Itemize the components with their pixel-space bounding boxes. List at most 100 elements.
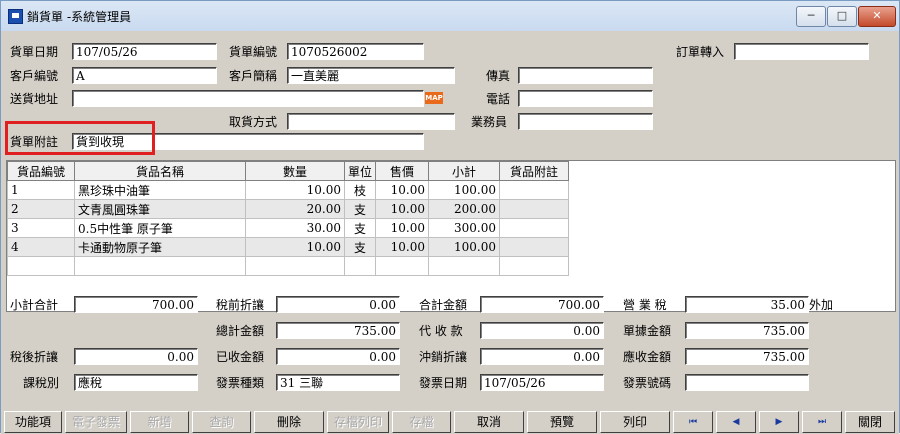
close-button[interactable]: 關閉 [845, 411, 895, 433]
receivable-label: 應收金額 [623, 350, 672, 364]
col-qty[interactable]: 數量 [245, 161, 345, 181]
total-amount-field[interactable]: 735.00 [276, 322, 400, 339]
sum-amount-field[interactable]: 700.00 [480, 296, 604, 313]
cell-item-name[interactable]: 黑珍珠中油筆 [74, 180, 246, 200]
cell-subtotal[interactable]: 300.00 [428, 218, 500, 238]
first-record-icon[interactable]: ⏮ [673, 411, 713, 433]
invoice-number-field[interactable] [685, 374, 809, 391]
col-item-no[interactable]: 貨品編號 [7, 161, 75, 181]
cell-item-name[interactable]: 卡通動物原子筆 [74, 237, 246, 257]
table-row[interactable]: 3 0.5中性筆 原子筆 30.00 支 10.00 300.00 [7, 218, 569, 238]
table-row-empty[interactable] [7, 256, 569, 276]
received-field[interactable]: 0.00 [276, 348, 400, 365]
tax-type-label: 課稅別 [23, 376, 60, 390]
function-button[interactable]: 功能項 [4, 411, 62, 433]
print-button[interactable]: 列印 [600, 411, 670, 433]
post-tax-discount-label: 稅後折讓 [10, 350, 59, 364]
maximize-button[interactable]: □ [827, 6, 857, 27]
preview-button[interactable]: 預覽 [527, 411, 597, 433]
cell-unit[interactable]: 支 [344, 199, 376, 219]
cell-item-no[interactable]: 4 [7, 237, 75, 257]
cell-qty[interactable]: 20.00 [245, 199, 345, 219]
cell-item-name[interactable]: 0.5中性筆 原子筆 [74, 218, 246, 238]
post-tax-discount-field[interactable]: 0.00 [74, 348, 198, 365]
subtotal-label: 小計合計 [10, 298, 59, 312]
query-button[interactable]: 查詢 [192, 411, 251, 433]
cell-item-name[interactable]: 文青風圓珠筆 [74, 199, 246, 219]
cell-subtotal[interactable]: 200.00 [428, 199, 500, 219]
cell-item-note[interactable] [499, 218, 569, 238]
order-import-field[interactable] [734, 43, 869, 60]
next-record-icon[interactable]: ▶ [759, 411, 799, 433]
app-icon [8, 9, 23, 24]
cell-item-no[interactable]: 2 [7, 199, 75, 219]
cell-price[interactable]: 10.00 [375, 218, 429, 238]
col-price[interactable]: 售價 [375, 161, 429, 181]
cell-item-note[interactable] [499, 180, 569, 200]
cell-item-no[interactable]: 1 [7, 180, 75, 200]
cell-subtotal[interactable]: 100.00 [428, 237, 500, 257]
customer-name-label: 客戶簡稱 [229, 69, 278, 83]
subtotal-field[interactable]: 700.00 [74, 296, 198, 313]
address-label: 送貨地址 [10, 92, 59, 106]
customer-name-field[interactable]: 一直美麗 [287, 67, 455, 84]
table-row[interactable]: 2 文青風圓珠筆 20.00 支 10.00 200.00 [7, 199, 569, 219]
order-no-field[interactable]: 1070526002 [287, 43, 424, 60]
customer-id-label: 客戶編號 [10, 69, 59, 83]
salesperson-field[interactable] [518, 113, 653, 130]
cell-subtotal[interactable]: 100.00 [428, 180, 500, 200]
cell-item-no[interactable]: 3 [7, 218, 75, 238]
cell-unit[interactable]: 枝 [344, 180, 376, 200]
receivable-field[interactable]: 735.00 [685, 348, 809, 365]
col-item-note[interactable]: 貨品附註 [499, 161, 569, 181]
prev-record-icon[interactable]: ◀ [716, 411, 756, 433]
title-bar: 銷貨單 -系統管理員 ─ □ ✕ [1, 1, 899, 31]
pickup-field[interactable] [287, 113, 455, 130]
business-tax-field[interactable]: 35.00 [685, 296, 809, 313]
table-row[interactable]: 4 卡通動物原子筆 10.00 支 10.00 100.00 [7, 237, 569, 257]
sum-amount-label: 合計金額 [419, 298, 468, 312]
address-field[interactable] [72, 90, 424, 107]
delete-button[interactable]: 刪除 [254, 411, 324, 433]
date-label: 貨單日期 [10, 45, 59, 59]
tax-type-field[interactable]: 應稅 [74, 374, 198, 391]
minimize-button[interactable]: ─ [796, 6, 826, 27]
document-amount-field[interactable]: 735.00 [685, 322, 809, 339]
save-button[interactable]: 存檔 [392, 411, 451, 433]
table-row[interactable]: 1 黑珍珠中油筆 10.00 枝 10.00 100.00 [7, 180, 569, 200]
offset-discount-field[interactable]: 0.00 [480, 348, 604, 365]
cell-item-note[interactable] [499, 199, 569, 219]
cell-qty[interactable]: 10.00 [245, 180, 345, 200]
cell-price[interactable]: 10.00 [375, 237, 429, 257]
fax-field[interactable] [518, 67, 653, 84]
last-record-icon[interactable]: ⏭ [802, 411, 842, 433]
customer-id-field[interactable]: A [72, 67, 217, 84]
invoice-type-label: 發票種類 [216, 376, 265, 390]
cell-price[interactable]: 10.00 [375, 199, 429, 219]
col-item-name[interactable]: 貨品名稱 [74, 161, 246, 181]
cell-qty[interactable]: 10.00 [245, 237, 345, 257]
col-unit[interactable]: 單位 [344, 161, 376, 181]
phone-field[interactable] [518, 90, 653, 107]
items-grid: 貨品編號 貨品名稱 數量 單位 售價 小計 貨品附註 1 黑珍珠中油筆 10.0… [6, 160, 896, 312]
save-print-button[interactable]: 存檔列印 [327, 411, 389, 433]
pre-tax-discount-field[interactable]: 0.00 [276, 296, 400, 313]
button-bar: 功能項 電子發票 新增 查詢 刪除 存檔列印 存檔 取消 預覽 列印 ⏮ ◀ ▶… [1, 411, 899, 434]
cancel-button[interactable]: 取消 [454, 411, 524, 433]
cell-unit[interactable]: 支 [344, 218, 376, 238]
cell-item-note[interactable] [499, 237, 569, 257]
add-button[interactable]: 新增 [130, 411, 189, 433]
cell-unit[interactable]: 支 [344, 237, 376, 257]
sales-order-window: 銷貨單 -系統管理員 ─ □ ✕ 貨單日期 107/05/26 貨單編號 107… [0, 0, 900, 434]
cell-price[interactable]: 10.00 [375, 180, 429, 200]
invoice-type-field[interactable]: 31 三聯 [276, 374, 400, 391]
e-invoice-button[interactable]: 電子發票 [65, 411, 127, 433]
col-subtotal[interactable]: 小計 [428, 161, 500, 181]
cell-qty[interactable]: 30.00 [245, 218, 345, 238]
invoice-date-field[interactable]: 107/05/26 [480, 374, 604, 391]
tax-suffix: 外加 [809, 298, 834, 312]
collect-field[interactable]: 0.00 [480, 322, 604, 339]
close-window-button[interactable]: ✕ [858, 6, 896, 27]
date-field[interactable]: 107/05/26 [72, 43, 217, 60]
map-icon[interactable]: MAP [425, 92, 443, 104]
